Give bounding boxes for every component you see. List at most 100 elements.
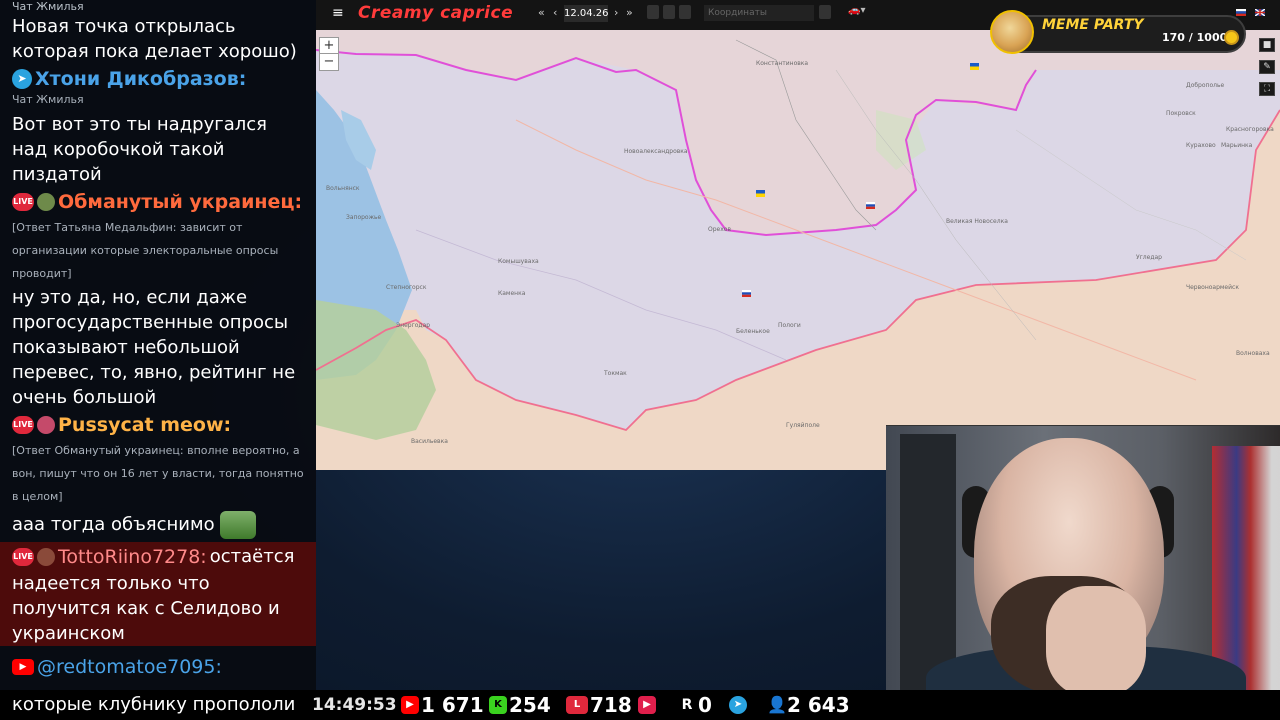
video-platform-icon: ▶ [638,690,656,720]
live-badge-icon: LIVE [12,547,34,566]
coin-icon [1224,30,1239,45]
map-canvas [316,30,1280,470]
ukraine-flag-icon [970,63,979,70]
chat-message-text: Вот вот это ты надругался над коробочкой… [12,114,267,185]
chat-source-label: Чат Жмилья [12,93,84,106]
map-city-label: Энергодар [396,322,431,329]
chat-message: ▶ @redtomatoe7095: [0,652,316,681]
map-city-label: Беленькое [736,328,770,335]
live-badge-icon: L [566,696,588,714]
stream-overlay: Чат Жмилья Новая точка открылась которая… [0,0,1280,720]
chat-username: Хтони Дикобразов: [35,67,247,90]
map-city-label: Васильевка [411,438,448,445]
map-city-label: Орехов [708,226,731,233]
map-city-label: Великая Новоселка [946,218,1008,225]
clipboard-icon[interactable] [819,5,831,19]
map-city-label: Курахово [1186,142,1216,149]
coordinates-input[interactable]: Координаты [704,5,814,21]
live-badge-icon: LIVE [12,192,34,211]
square-tool-icon[interactable]: ■ [1259,38,1275,52]
map-city-label: Красногоровка [1226,126,1274,133]
chat-reply-quote: [Ответ Обманутый украинец: вполне вероят… [12,444,304,503]
emote-icon [220,511,257,539]
chevron-down-icon: ▾ [860,5,866,16]
date-field[interactable]: 12.04.26 [564,5,609,22]
ruler-icon[interactable] [663,5,675,19]
chat-username-row: ▶ @redtomatoe7095: [12,652,304,681]
map-city-label: Волноваха [1236,350,1270,357]
map-city-label: Вольнянск [326,185,360,192]
live-badge-icon: LIVE [12,415,34,434]
brand-logo: Creamy caprice [358,3,514,23]
map-city-label: Гуляйполе [786,422,820,429]
chat-message: ааа тогда объяснимо [0,508,316,542]
front-line-map[interactable]: + − Запорожье Васильевка Каменка Токмак … [316,30,1280,470]
kick-viewers: K 254 [489,690,551,720]
map-city-label: Покровск [1166,110,1196,117]
chat-message: LIVE TottoRiino7278: остаётся надеется т… [0,542,316,646]
draw-tool-icon[interactable]: ✎ [1259,60,1275,74]
map-city-label: Запорожье [346,214,382,221]
youtube-icon: ▶ [401,696,419,714]
fullscreen-icon[interactable]: ⛶ [1259,82,1275,96]
webcam-person-hand [1046,586,1146,696]
chat-message: ➤ Хтони Дикобразов: Чат Жмилья Вот вот э… [0,64,316,187]
map-city-label: Угледар [1136,254,1162,261]
chat-message-text: остаётся [209,546,295,567]
russia-flag-icon [866,202,875,209]
vk-viewers: L 718 [566,690,632,720]
chat-username: Обманутый украинец: [58,190,303,213]
rutube-viewers: R 0 [678,690,712,720]
chat-username-row: LIVE Pussycat meow: [12,410,304,439]
chat-reply-quote: [Ответ Татьяна Медальфин: зависит от орг… [12,221,279,280]
youtube-viewers: ▶ 1 671 [401,690,484,720]
map-city-label: Каменка [498,290,526,297]
chat-message-text: надеется только что получится как с Сели… [12,573,280,644]
map-city-label: Токмак [604,370,627,377]
zoom-out-button[interactable]: − [319,53,339,71]
map-city-label: Доброполье [1186,82,1225,89]
chat-username: @redtomatoe7095: [37,655,222,678]
vehicle-dropdown[interactable]: 🚗▾ [848,5,865,16]
map-city-label: Пологи [778,322,801,329]
map-city-label: Степногорск [386,284,427,291]
kick-icon: K [489,696,507,714]
chat-source-label: Чат Жмилья [12,0,84,13]
nav-first-button[interactable]: « [538,6,545,19]
chat-username: Pussycat meow: [58,413,232,436]
english-language-icon[interactable] [1255,9,1265,16]
nav-last-button[interactable]: » [626,6,633,19]
layer-icon[interactable] [647,5,659,19]
chat-message-text: которые клубнику пропололи [12,694,296,715]
streamer-webcam [886,425,1280,710]
telegram-icon: ➤ [12,68,32,89]
avatar [37,547,55,566]
total-viewers: 👤 2 643 [767,693,850,717]
chat-message: LIVE Pussycat meow: [0,410,316,439]
hamburger-icon[interactable]: ≡ [332,5,344,21]
russian-language-icon[interactable] [1236,9,1246,16]
ukraine-flag-icon [756,190,765,197]
chat-username-row: LIVE Обманутый украинец: [12,187,304,216]
chat-message: ну это да, но, если даже прогосударствен… [0,285,316,410]
doge-icon [990,10,1034,54]
user-icon: 👤 [767,695,787,714]
play-icon: ▶ [638,696,656,714]
stream-clock: 14:49:53 [312,695,397,715]
avatar [37,415,55,434]
nav-next-button[interactable]: › [614,6,618,19]
pencil-icon[interactable] [679,5,691,19]
nav-prev-button[interactable]: ‹ [553,6,557,19]
rutube-icon: R [678,696,696,714]
chat-username-row: ➤ Хтони Дикобразов: [12,64,304,93]
meme-party-title: MEME PARTY [1042,17,1144,33]
chat-message: LIVE Обманутый украинец: [0,187,316,216]
chat-username-row: LIVE TottoRiino7278: остаётся [12,542,304,571]
telegram-icon: ➤ [729,696,747,714]
avatar [37,192,55,211]
meme-party-progress: 170 / 1000 [1162,31,1228,44]
highlighted-chat-message: LIVE TottoRiino7278: остаётся надеется т… [0,542,316,646]
chat-message-text: ну это да, но, если даже прогосударствен… [12,287,296,408]
map-city-label: Новоалександровка [624,148,688,155]
map-city-label: Марьинка [1221,142,1253,149]
